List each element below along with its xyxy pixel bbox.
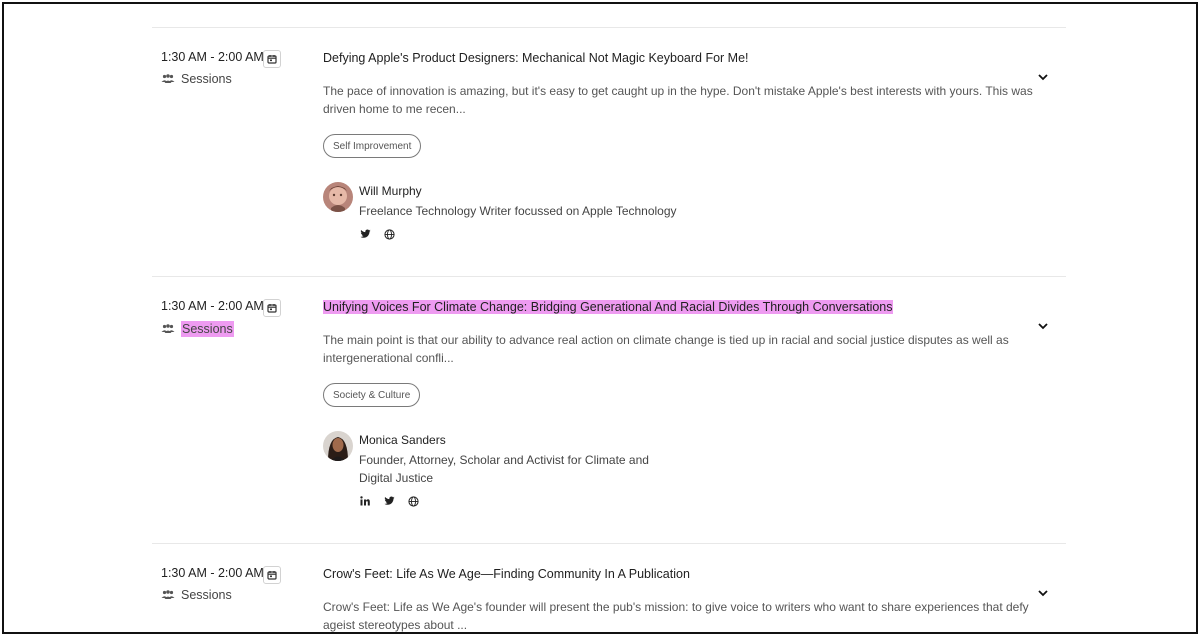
twitter-icon[interactable] [359,228,371,240]
category-tag[interactable]: Society & Culture [323,383,421,407]
session-time: 1:30 AM - 2:00 AM [161,566,264,580]
session-type-label: Sessions [181,588,232,602]
globe-icon[interactable] [407,495,419,507]
session-description: Crow's Feet: Life as We Age's founder wi… [323,600,1029,632]
category-tag[interactable]: Self Improvement [323,134,422,158]
people-icon [161,590,175,599]
people-icon [161,324,175,333]
session-title[interactable]: Unifying Voices For Climate Change: Brid… [323,300,893,314]
divider [152,276,1066,277]
speaker-name[interactable]: Monica Sanders [359,433,446,447]
speaker-role: Founder, Attorney, Scholar and Activist … [359,453,649,485]
speaker-socials [359,495,419,507]
chevron-down-icon[interactable] [1036,70,1050,84]
session-time: 1:30 AM - 2:00 AM [161,299,264,313]
add-to-calendar-icon[interactable] [263,299,281,317]
session-type-label: Sessions [181,72,232,86]
schedule-frame: 1:30 AM - 2:00 AM Sessions Defying Apple… [2,2,1198,634]
speaker-name[interactable]: Will Murphy [359,184,422,198]
session-type: Sessions [161,72,232,86]
avatar[interactable] [323,431,353,461]
people-icon [161,74,175,83]
add-to-calendar-icon[interactable] [263,566,281,584]
session-description: The main point is that our ability to ad… [323,333,1009,365]
speaker-socials [359,228,395,240]
session-type: Sessions [161,588,232,602]
chevron-down-icon[interactable] [1036,586,1050,600]
globe-icon[interactable] [383,228,395,240]
chevron-down-icon[interactable] [1036,319,1050,333]
add-to-calendar-icon[interactable] [263,50,281,68]
divider [152,27,1066,28]
session-title[interactable]: Crow's Feet: Life As We Age—Finding Comm… [323,567,690,581]
session-title[interactable]: Defying Apple's Product Designers: Mecha… [323,51,749,65]
session-type-label: Sessions [181,321,234,337]
session-time: 1:30 AM - 2:00 AM [161,50,264,64]
linkedin-icon[interactable] [359,495,371,507]
twitter-icon[interactable] [383,495,395,507]
session-description: The pace of innovation is amazing, but i… [323,84,1033,116]
avatar[interactable] [323,182,353,212]
speaker-role: Freelance Technology Writer focussed on … [359,204,677,218]
session-type: Sessions [161,321,234,337]
divider [152,543,1066,544]
